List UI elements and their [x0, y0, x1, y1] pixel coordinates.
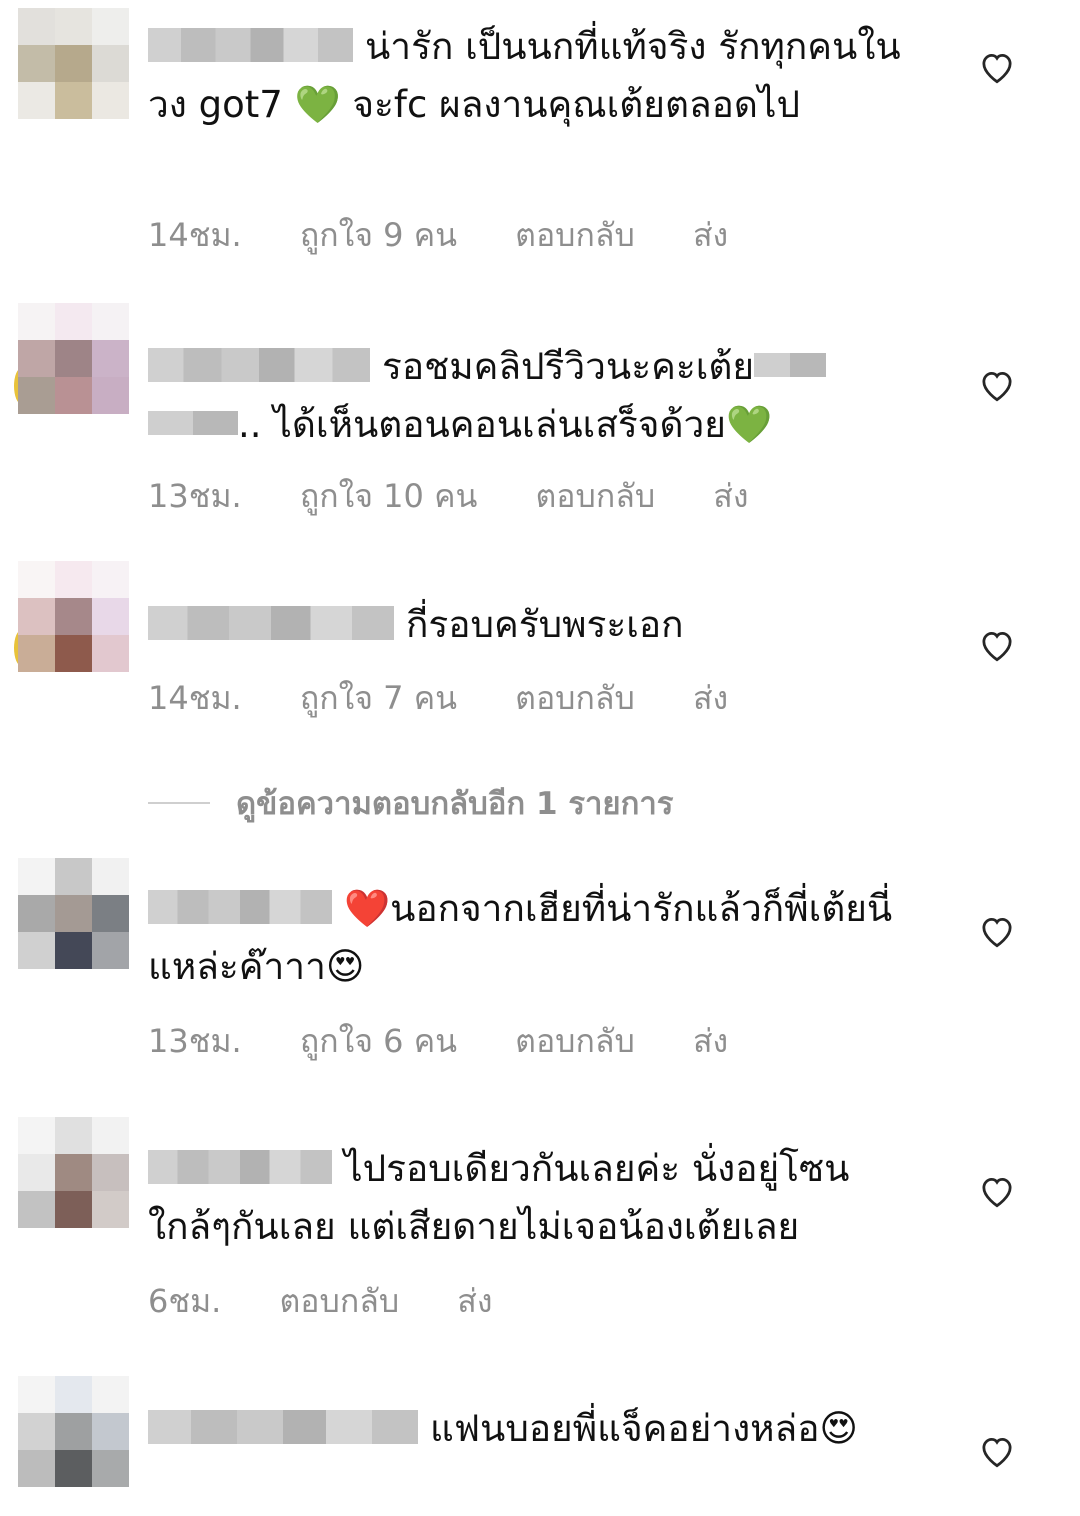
comment-text: กี่รอบครับพระเอก	[406, 603, 684, 646]
send-button[interactable]: ส่ง	[693, 1022, 728, 1060]
comment-time: 13ชม.	[148, 1022, 242, 1060]
like-count[interactable]: ถูกใจ 6 คน	[300, 1022, 457, 1060]
avatar[interactable]	[18, 1117, 129, 1228]
send-button[interactable]: ส่ง	[693, 216, 728, 254]
avatar[interactable]	[18, 1376, 129, 1487]
avatar[interactable]	[18, 858, 129, 969]
avatar[interactable]	[18, 8, 129, 119]
username-redacted[interactable]	[148, 890, 332, 924]
reply-button[interactable]: ตอบกลับ	[280, 1282, 400, 1320]
view-replies-button[interactable]: ดูข้อความตอบกลับอีก 1 รายการ	[148, 778, 673, 828]
send-button[interactable]: ส่ง	[457, 1282, 492, 1320]
heart-outline-icon[interactable]	[978, 914, 1016, 948]
avatar[interactable]	[18, 303, 129, 414]
reply-button[interactable]: ตอบกลับ	[536, 477, 656, 515]
reply-button[interactable]: ตอบกลับ	[515, 216, 635, 254]
send-button[interactable]: ส่ง	[713, 477, 748, 515]
username-redacted[interactable]	[148, 28, 353, 62]
like-count[interactable]: ถูกใจ 9 คน	[300, 216, 457, 254]
like-count[interactable]: ถูกใจ 7 คน	[300, 679, 457, 717]
comment-time: 14ชม.	[148, 216, 242, 254]
heart-outline-icon[interactable]	[978, 50, 1016, 84]
divider	[148, 802, 210, 804]
send-button[interactable]: ส่ง	[693, 679, 728, 717]
like-count[interactable]: ถูกใจ 10 คน	[300, 477, 477, 515]
reply-button[interactable]: ตอบกลับ	[515, 679, 635, 717]
comment-time: 14ชม.	[148, 679, 242, 717]
comment-time: 13ชม.	[148, 477, 242, 515]
view-replies-label: ดูข้อความตอบกลับอีก 1 รายการ	[236, 786, 674, 822]
heart-outline-icon[interactable]	[978, 368, 1016, 402]
heart-outline-icon[interactable]	[978, 1174, 1016, 1208]
heart-outline-icon[interactable]	[978, 628, 1016, 662]
username-redacted[interactable]	[148, 348, 370, 382]
reply-button[interactable]: ตอบกลับ	[515, 1022, 635, 1060]
comment-text: แฟนบอยพี่แจ็คอย่างหล่อ😍	[430, 1407, 858, 1450]
username-redacted[interactable]	[148, 606, 394, 640]
avatar[interactable]	[18, 561, 129, 672]
heart-outline-icon[interactable]	[978, 1434, 1016, 1468]
username-redacted[interactable]	[148, 1150, 332, 1184]
comment-text: .. ได้เห็นตอนคอนเล่นเสร็จด้วย💚	[238, 403, 773, 446]
comment-time: 6ชม.	[148, 1282, 222, 1320]
comment-text: รอชมคลิปรีวิวนะคะเต้ย	[382, 345, 755, 388]
username-redacted[interactable]	[148, 1410, 418, 1444]
